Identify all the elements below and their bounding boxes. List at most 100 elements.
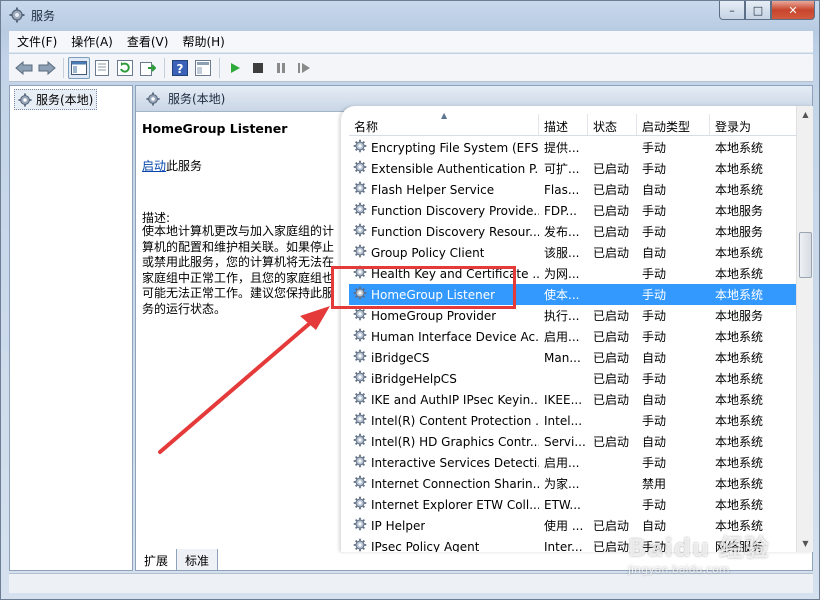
service-startup-type: 手动 bbox=[642, 267, 667, 281]
export-icon[interactable] bbox=[137, 57, 159, 79]
column-header-status[interactable]: 状态 bbox=[588, 114, 637, 135]
service-name: Function Discovery Resour... bbox=[371, 224, 539, 239]
service-gear-icon bbox=[353, 370, 371, 387]
service-name: Function Discovery Provide... bbox=[371, 203, 539, 218]
menu-help[interactable]: 帮助(H) bbox=[182, 33, 224, 50]
pause-icon[interactable] bbox=[270, 57, 292, 79]
service-name-cell: Extensible Authentication P... bbox=[349, 160, 539, 177]
service-name-cell: IPsec Policy Agent bbox=[349, 538, 539, 552]
service-gear-icon bbox=[353, 412, 371, 429]
service-startup-type: 手动 bbox=[642, 141, 667, 155]
pane-header-title: 服务(本地) bbox=[168, 92, 226, 106]
service-logon-as: 本地系统 bbox=[715, 288, 764, 302]
table-row[interactable]: Internet Connection Sharin... 为家... 禁用 本地系统 bbox=[349, 473, 799, 494]
table-row[interactable]: Human Interface Device Ac... 启用... 已启动 手动 本地… bbox=[349, 326, 799, 347]
forward-arrow-icon[interactable] bbox=[36, 57, 58, 79]
table-row[interactable]: Flash Helper Service Flas... 已启动 自动 本地系统 bbox=[349, 179, 799, 200]
service-description: Flas... bbox=[544, 182, 580, 197]
table-row[interactable]: Intel(R) HD Graphics Contr... Servi... 已启动… bbox=[349, 431, 799, 452]
minimize-button[interactable]: – bbox=[719, 1, 745, 20]
service-logon-as: 本地系统 bbox=[715, 498, 764, 512]
sort-ascending-icon: ▲ bbox=[441, 111, 448, 120]
service-name-cell: Internet Explorer ETW Coll... bbox=[349, 496, 539, 513]
properties-icon[interactable] bbox=[91, 57, 113, 79]
service-gear-icon bbox=[353, 475, 371, 492]
table-row[interactable]: Function Discovery Provide... FDP... 已启动 手动… bbox=[349, 200, 799, 221]
view-icon[interactable] bbox=[192, 57, 214, 79]
column-header-startup-type[interactable]: 启动类型 bbox=[637, 114, 710, 135]
restart-icon[interactable] bbox=[293, 57, 315, 79]
table-row[interactable]: Interactive Services Detecti... 启用... 手动 本地… bbox=[349, 452, 799, 473]
tab-standard[interactable]: 标准 bbox=[176, 549, 219, 571]
scroll-down-icon[interactable]: ▼ bbox=[797, 535, 813, 552]
service-name: Extensible Authentication P... bbox=[371, 161, 539, 176]
service-status: 已启动 bbox=[593, 435, 630, 449]
service-description: 发布... bbox=[544, 225, 580, 239]
service-name-cell: Intel(R) Content Protection ... bbox=[349, 412, 539, 429]
scroll-thumb[interactable] bbox=[799, 232, 812, 278]
start-service-link[interactable]: 启动 bbox=[142, 159, 166, 173]
service-status: 已启动 bbox=[593, 351, 630, 365]
table-row[interactable]: Intel(R) Content Protection ... Intel... 手… bbox=[349, 410, 799, 431]
table-row[interactable]: Encrypting File System (EFS) 提供... 手动 本地系统 bbox=[349, 137, 799, 158]
close-button[interactable]: ✕ bbox=[771, 1, 815, 20]
tab-extended[interactable]: 扩展 bbox=[135, 549, 178, 571]
service-name: Intel(R) Content Protection ... bbox=[371, 413, 539, 428]
selected-service-title: HomeGroup Listener bbox=[142, 121, 288, 136]
start-service-line: 启动此服务 bbox=[142, 157, 202, 174]
service-description: 为网... bbox=[544, 267, 580, 281]
service-gear-icon bbox=[353, 538, 371, 552]
maximize-button[interactable]: □ bbox=[745, 1, 771, 20]
column-header-logon-as[interactable]: 登录为 bbox=[710, 114, 799, 135]
service-name-cell: Encrypting File System (EFS) bbox=[349, 139, 539, 156]
service-logon-as: 本地系统 bbox=[715, 372, 764, 386]
service-description-panel: HomeGroup Listener 启动此服务 描述: 使本地计算机更改与加入… bbox=[136, 113, 340, 549]
menu-file[interactable]: 文件(F) bbox=[17, 33, 57, 50]
services-gear-icon bbox=[146, 91, 160, 106]
column-header-description[interactable]: 描述 bbox=[539, 114, 588, 135]
table-row[interactable]: iBridgeHelpCS 已启动 手动 本地系统 bbox=[349, 368, 799, 389]
help-icon[interactable]: ? bbox=[169, 57, 191, 79]
service-description: 该服... bbox=[544, 246, 580, 260]
back-arrow-icon[interactable] bbox=[13, 57, 35, 79]
svg-text:?: ? bbox=[177, 62, 184, 76]
service-name-cell: iBridgeCS bbox=[349, 349, 539, 366]
service-startup-type: 手动 bbox=[642, 225, 667, 239]
refresh-icon[interactable] bbox=[114, 57, 136, 79]
menu-view[interactable]: 查看(V) bbox=[127, 33, 169, 50]
toolbar-separator bbox=[219, 57, 220, 78]
table-row[interactable]: IKE and AuthIP IPsec Keyin... IKEE... 已启动自… bbox=[349, 389, 799, 410]
vertical-scrollbar[interactable]: ▲ ▼ bbox=[796, 106, 813, 552]
service-startup-type: 自动 bbox=[642, 183, 667, 197]
service-startup-type: 手动 bbox=[642, 372, 667, 386]
service-name: iBridgeCS bbox=[371, 350, 430, 365]
service-description: 为家... bbox=[544, 477, 580, 491]
tree-node-label: 服务(本地) bbox=[36, 93, 94, 107]
service-logon-as: 本地服务 bbox=[715, 225, 764, 239]
table-row[interactable]: Group Policy Client 该服... 已启动 自动 本地系统 bbox=[349, 242, 799, 263]
table-row[interactable]: Extensible Authentication P... 可扩... 已启动 手动… bbox=[349, 158, 799, 179]
column-header-name[interactable]: ▲ 名称 bbox=[349, 111, 539, 135]
service-status: 已启动 bbox=[593, 330, 630, 344]
toolbar-separator bbox=[63, 57, 64, 78]
service-gear-icon bbox=[353, 517, 371, 534]
table-row[interactable]: iBridgeCS Man... 已启动 自动 本地系统 bbox=[349, 347, 799, 368]
console-tree-icon[interactable] bbox=[68, 56, 90, 79]
services-gear-icon bbox=[18, 92, 32, 107]
table-row[interactable]: Function Discovery Resour... 发布... 已启动 手动 本地… bbox=[349, 221, 799, 242]
service-startup-type: 自动 bbox=[642, 435, 667, 449]
title-bar[interactable]: 服务 – □ ✕ bbox=[1, 1, 819, 29]
table-row[interactable]: Internet Explorer ETW Coll... ETW... 手动 本地系… bbox=[349, 494, 799, 515]
start-icon[interactable] bbox=[224, 57, 246, 79]
services-gear-icon bbox=[9, 7, 25, 23]
toolbar-separator bbox=[164, 57, 165, 78]
tree-node-services-local[interactable]: 服务(本地) bbox=[14, 89, 98, 110]
service-gear-icon bbox=[353, 244, 371, 261]
service-startup-type: 手动 bbox=[642, 498, 667, 512]
service-logon-as: 本地系统 bbox=[715, 456, 764, 470]
stop-icon[interactable] bbox=[247, 57, 269, 79]
menu-action[interactable]: 操作(A) bbox=[71, 33, 113, 50]
window-title: 服务 bbox=[31, 9, 56, 23]
service-description: FDP... bbox=[544, 203, 577, 218]
scroll-up-icon[interactable]: ▲ bbox=[797, 106, 813, 123]
